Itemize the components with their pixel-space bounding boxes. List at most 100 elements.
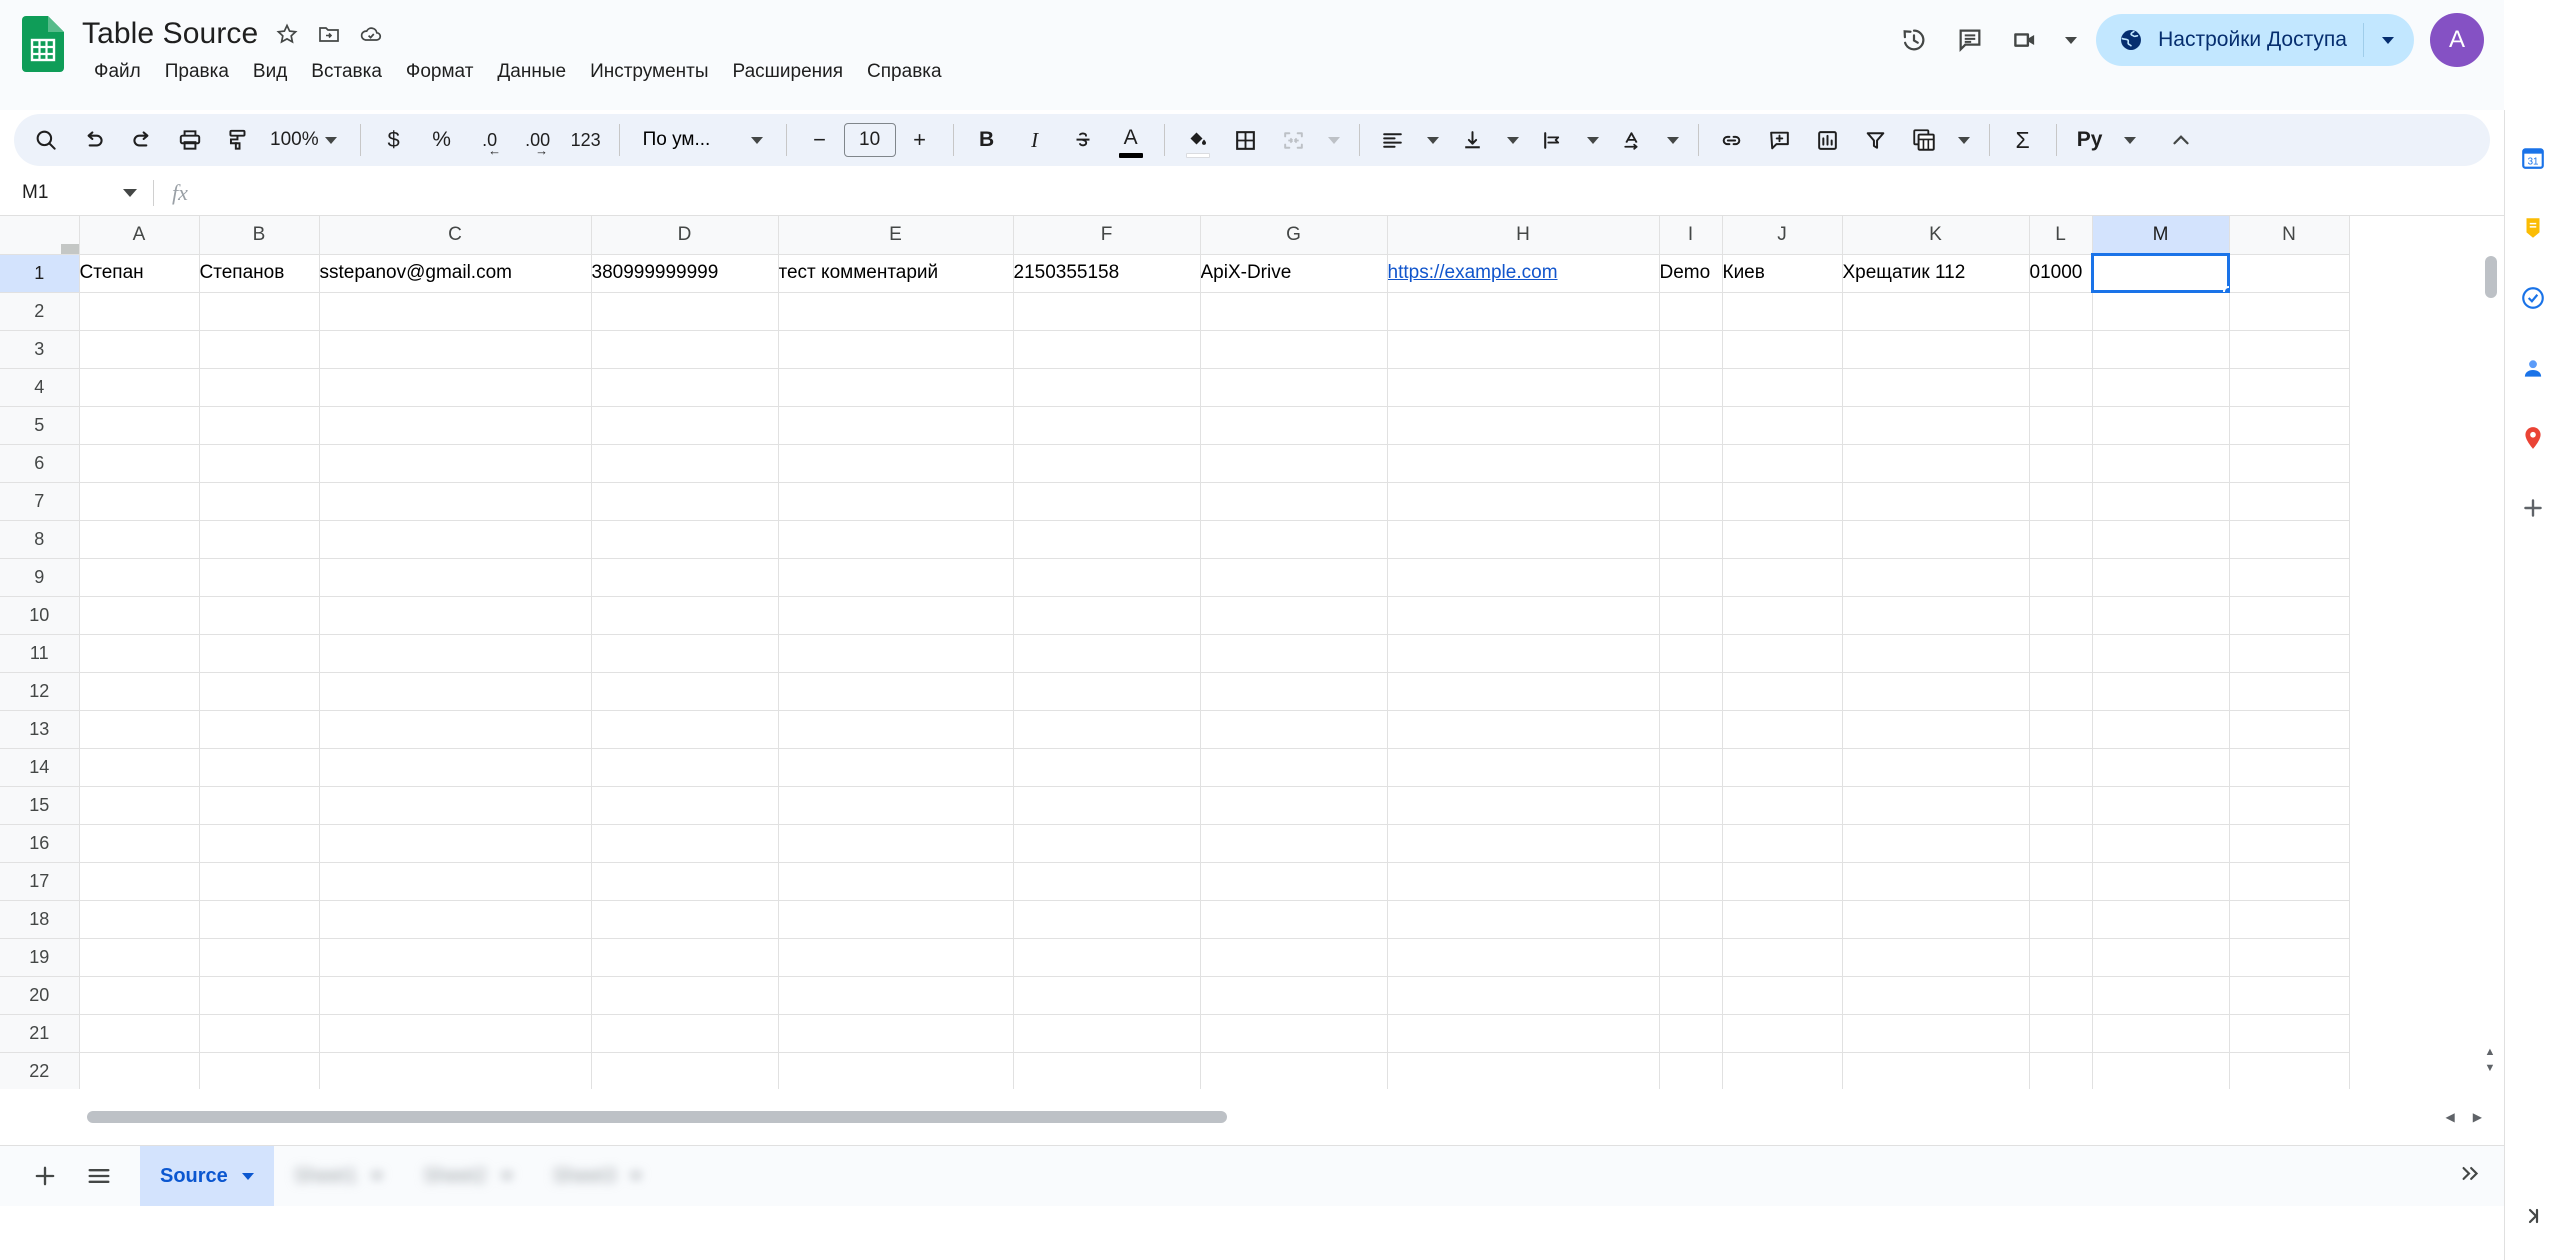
- cell-k2[interactable]: [1842, 292, 2030, 331]
- cell-h1[interactable]: https://example.com: [1387, 254, 1660, 293]
- cell-f20[interactable]: [1013, 976, 1201, 1015]
- cell-n12[interactable]: [2229, 672, 2350, 711]
- cell-m5[interactable]: [2092, 406, 2230, 445]
- cell-c8[interactable]: [319, 520, 592, 559]
- cell-b15[interactable]: [199, 786, 320, 825]
- cell-c16[interactable]: [319, 824, 592, 863]
- cell-c13[interactable]: [319, 710, 592, 749]
- cell-i3[interactable]: [1659, 330, 1723, 369]
- cell-l15[interactable]: [2029, 786, 2093, 825]
- cell-i22[interactable]: [1659, 1052, 1723, 1091]
- insert-comment-icon[interactable]: [1759, 119, 1801, 161]
- cell-a6[interactable]: [79, 444, 200, 483]
- cell-c5[interactable]: [319, 406, 592, 445]
- insert-chart-icon[interactable]: [1807, 119, 1849, 161]
- cell-i15[interactable]: [1659, 786, 1723, 825]
- column-header-g[interactable]: G: [1200, 216, 1388, 255]
- cell-l3[interactable]: [2029, 330, 2093, 369]
- cell-e22[interactable]: [778, 1052, 1014, 1091]
- cell-e15[interactable]: [778, 786, 1014, 825]
- cell-j11[interactable]: [1722, 634, 1843, 673]
- cell-g8[interactable]: [1200, 520, 1388, 559]
- menu-file[interactable]: Файл: [82, 56, 153, 88]
- cell-m19[interactable]: [2092, 938, 2230, 977]
- cell-n6[interactable]: [2229, 444, 2350, 483]
- strikethrough-button[interactable]: [1062, 119, 1104, 161]
- cell-b19[interactable]: [199, 938, 320, 977]
- cell-h15[interactable]: [1387, 786, 1660, 825]
- cell-b4[interactable]: [199, 368, 320, 407]
- cell-j7[interactable]: [1722, 482, 1843, 521]
- column-header-a[interactable]: A: [79, 216, 200, 255]
- cell-i4[interactable]: [1659, 368, 1723, 407]
- select-all-corner[interactable]: [0, 216, 80, 255]
- python-dropdown-caret-icon[interactable]: [2117, 119, 2143, 161]
- cell-f12[interactable]: [1013, 672, 1201, 711]
- cell-h8[interactable]: [1387, 520, 1660, 559]
- cell-a12[interactable]: [79, 672, 200, 711]
- cell-k12[interactable]: [1842, 672, 2030, 711]
- cell-n7[interactable]: [2229, 482, 2350, 521]
- move-to-folder-icon[interactable]: [316, 21, 342, 47]
- row-header-2[interactable]: 2: [0, 292, 80, 331]
- cell-d22[interactable]: [591, 1052, 779, 1091]
- cell-f11[interactable]: [1013, 634, 1201, 673]
- cell-e4[interactable]: [778, 368, 1014, 407]
- cell-m11[interactable]: [2092, 634, 2230, 673]
- cell-m20[interactable]: [2092, 976, 2230, 1015]
- cell-m13[interactable]: [2092, 710, 2230, 749]
- cell-d10[interactable]: [591, 596, 779, 635]
- borders-icon[interactable]: [1225, 119, 1267, 161]
- merge-cells-dropdown-caret-icon[interactable]: [1321, 119, 1347, 161]
- cell-f19[interactable]: [1013, 938, 1201, 977]
- redo-icon[interactable]: [121, 119, 163, 161]
- cell-m9[interactable]: [2092, 558, 2230, 597]
- cell-a13[interactable]: [79, 710, 200, 749]
- meet-camera-icon[interactable]: [1998, 12, 2054, 68]
- column-header-l[interactable]: L: [2029, 216, 2093, 255]
- cell-c15[interactable]: [319, 786, 592, 825]
- cell-a19[interactable]: [79, 938, 200, 977]
- menu-view[interactable]: Вид: [241, 56, 299, 88]
- cell-l22[interactable]: [2029, 1052, 2093, 1091]
- cell-h2[interactable]: [1387, 292, 1660, 331]
- cell-d15[interactable]: [591, 786, 779, 825]
- row-header-9[interactable]: 9: [0, 558, 80, 597]
- cell-b18[interactable]: [199, 900, 320, 939]
- search-icon[interactable]: [25, 119, 67, 161]
- horizontal-align-dropdown-caret-icon[interactable]: [1420, 119, 1446, 161]
- cell-n2[interactable]: [2229, 292, 2350, 331]
- cell-n1[interactable]: [2229, 254, 2350, 293]
- cell-h11[interactable]: [1387, 634, 1660, 673]
- column-header-f[interactable]: F: [1013, 216, 1201, 255]
- cell-b2[interactable]: [199, 292, 320, 331]
- menu-insert[interactable]: Вставка: [299, 56, 394, 88]
- cell-a22[interactable]: [79, 1052, 200, 1091]
- cell-h22[interactable]: [1387, 1052, 1660, 1091]
- text-rotation-dropdown-caret-icon[interactable]: [1660, 119, 1686, 161]
- cell-h1-link[interactable]: https://example.com: [1388, 262, 1558, 283]
- cell-m8[interactable]: [2092, 520, 2230, 559]
- cell-g16[interactable]: [1200, 824, 1388, 863]
- cell-m1[interactable]: [2091, 253, 2230, 293]
- cell-g20[interactable]: [1200, 976, 1388, 1015]
- menu-tools[interactable]: Инструменты: [578, 56, 720, 88]
- cell-i17[interactable]: [1659, 862, 1723, 901]
- row-header-13[interactable]: 13: [0, 710, 80, 749]
- row-header-17[interactable]: 17: [0, 862, 80, 901]
- cell-a21[interactable]: [79, 1014, 200, 1053]
- cell-h10[interactable]: [1387, 596, 1660, 635]
- pivot-table-dropdown-caret-icon[interactable]: [1951, 119, 1977, 161]
- cell-d6[interactable]: [591, 444, 779, 483]
- cell-e20[interactable]: [778, 976, 1014, 1015]
- cell-n5[interactable]: [2229, 406, 2350, 445]
- cell-b1[interactable]: Степанов: [199, 254, 320, 293]
- version-history-icon[interactable]: [1886, 12, 1942, 68]
- cell-g4[interactable]: [1200, 368, 1388, 407]
- cell-d4[interactable]: [591, 368, 779, 407]
- vertical-align-icon[interactable]: [1452, 119, 1494, 161]
- cell-j13[interactable]: [1722, 710, 1843, 749]
- cell-k20[interactable]: [1842, 976, 2030, 1015]
- cell-d1[interactable]: 380999999999: [591, 254, 779, 293]
- tasks-icon[interactable]: [2513, 278, 2553, 318]
